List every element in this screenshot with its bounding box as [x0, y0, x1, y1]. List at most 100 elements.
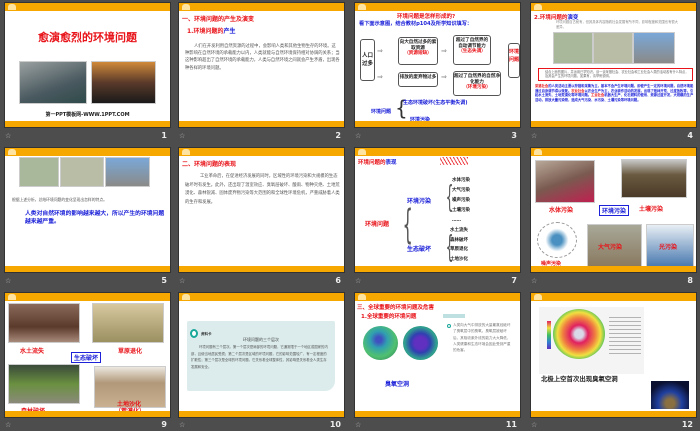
list-item: 草原退化	[450, 247, 468, 252]
slide-thumbnail-11[interactable]: 三、全球重要的环境问题及危害 1.全球重要的环境问题 臭氧空洞 人类向大气中排放…	[354, 292, 521, 418]
transition-icon[interactable]: ☆	[355, 132, 361, 140]
transition-icon[interactable]: ☆	[355, 277, 361, 285]
slide-thumbnail-7[interactable]: 环境问题的表现 环境问题 环境污染 生态破坏 { { { 水体污染 大气污染 噪声污…	[354, 147, 521, 273]
ozone-globe-2	[403, 326, 438, 360]
logo-icon	[358, 4, 366, 10]
box-regulation: 超过了自然界的自动调节能力 （生态失调）	[453, 35, 491, 65]
pollution-list: 水体污染 大气污染 噪声污染 土壤污染 ……	[452, 176, 470, 226]
bottom-band	[355, 121, 520, 127]
center-label: 环境污染	[599, 205, 630, 216]
box-text: 超过了自然界的自然净化能力	[454, 74, 500, 85]
photo-ancient	[553, 32, 593, 64]
slide-number: 3	[511, 131, 517, 140]
slide-number: 5	[161, 276, 167, 285]
transition-icon[interactable]: ☆	[179, 132, 185, 140]
bottom-band	[355, 411, 520, 417]
footer-text: 第一PPT模板网-WWW.1PPT.COM	[45, 112, 130, 118]
photo-ancient	[19, 157, 59, 187]
slide-label-4: ☆ 4	[530, 130, 697, 142]
factory-photo	[91, 61, 156, 104]
label-soil: 土壤污染	[639, 206, 664, 213]
slide-label-2: ☆ 2	[178, 130, 345, 142]
slide-title: 环境问题是怎样形成的?	[397, 14, 456, 20]
top-band	[179, 148, 344, 156]
arrow-icon: ⇒	[441, 73, 447, 81]
logo-icon	[534, 294, 542, 300]
slide-number: 1	[161, 131, 167, 140]
list-item: 土地沙化	[450, 256, 468, 262]
photo-soil-pollution	[621, 159, 687, 198]
top-band	[5, 3, 170, 11]
sound-button[interactable]	[443, 314, 465, 318]
top-band	[531, 3, 696, 11]
slide-thumbnail-1[interactable]: 愈演愈烈的环境问题 第一PPT模板网-WWW.1PPT.COM	[4, 2, 171, 128]
transition-icon[interactable]: ☆	[5, 421, 11, 429]
bullet-icon	[447, 324, 451, 328]
bottom-band	[5, 121, 170, 127]
top-band	[179, 3, 344, 11]
slide-number: 4	[687, 131, 693, 140]
heading-highlight: 表现	[385, 160, 397, 166]
list-item: 噪声污染	[452, 198, 470, 203]
transition-icon[interactable]: ☆	[179, 277, 185, 285]
logo-icon	[182, 4, 190, 10]
logo-icon	[534, 149, 542, 155]
transition-icon[interactable]: ☆	[355, 421, 361, 429]
top-band	[5, 293, 170, 301]
photo-city	[105, 157, 150, 187]
list-item: 大气污染	[452, 188, 470, 193]
arrow-icon: ⇒	[377, 47, 383, 55]
slide-thumbnail-2[interactable]: 一、环境问题的产生及演变 1.环境问题的产生 人们在开发利用自然资源的过程中，会…	[178, 2, 345, 128]
slide-heading: 一、环境问题的产生及演变	[182, 16, 255, 23]
transition-icon[interactable]: ☆	[179, 421, 185, 429]
slide-thumbnail-5[interactable]: 根据上述分析，总结环境问题的变化呈现出怎样的特点。 人类对自然环境的影响越来越大…	[4, 147, 171, 273]
transition-icon[interactable]: ☆	[5, 132, 11, 140]
smog-photo	[19, 61, 87, 104]
conclusion-text: 人类对自然环境的影响越来越大，所以产生的环境问题越来越严重。	[25, 211, 165, 225]
bottom-band	[5, 411, 170, 417]
slide-heading: 三、全球重要的环境问题及危害	[357, 305, 435, 311]
slide-label-3: ☆ 3	[354, 130, 521, 142]
transition-icon[interactable]: ☆	[531, 421, 537, 429]
answer-text: （环境污染）	[463, 85, 491, 90]
slide-thumbnail-4[interactable]: 2.环境问题的演变 环境问题自古就有，但其具体内容随着社会发展有所不同，影响程度…	[530, 2, 697, 128]
headline: 北极上空首次出现臭氧空洞	[541, 375, 618, 383]
photo-grassland	[92, 303, 164, 343]
ozone-map-newspaper	[539, 307, 644, 374]
logo-icon	[8, 294, 16, 300]
top-band	[355, 3, 520, 11]
noise-illustration	[537, 222, 577, 258]
arrow-icon: ⇒	[441, 47, 447, 55]
earth-video-thumbnail[interactable]	[651, 381, 689, 409]
result-box: 环境问题	[508, 43, 520, 78]
handwritten-mark	[440, 157, 468, 165]
slide-thumbnail-9[interactable]: 水土流失 草原退化 生态破坏 森林破坏 土地沙化 （荒漠化）	[4, 292, 171, 418]
evolution-text: 采猎社会的人类活动主要以狩猎和采集为主，基本不会产生环境问题，即使产生一定的环境…	[535, 84, 695, 102]
logo-icon	[8, 149, 16, 155]
transition-icon[interactable]: ☆	[531, 132, 537, 140]
question-box: 结合上面的图片，并运用已学知识，谈一谈采猎社会、农业社会和工业社会人类的活动各有…	[538, 68, 693, 81]
transition-icon[interactable]: ☆	[531, 277, 537, 285]
slide-thumbnail-8[interactable]: 水体污染 环境污染 土壤污染 噪声污染 大气污染 光污染	[530, 147, 697, 273]
brace-icon: {	[402, 202, 413, 248]
cause-box: 人口过多	[360, 39, 375, 81]
slide-label-6: ☆ 6	[178, 275, 345, 287]
bottom-band	[179, 266, 344, 272]
bottom-band	[179, 121, 344, 127]
slide-paragraph: 人们在开发利用自然资源的过程中，会影响人类和其他生物生存的环境。这种影响在自然环…	[185, 44, 340, 71]
tree-branch-a: 生态环境破坏(生态平衡失调)	[403, 100, 468, 106]
slide-thumbnail-10[interactable]: 资料卡 环境问题的三个层次 环境问题有三个层次。第一个层次是局部的环境问题，它通…	[178, 292, 345, 418]
box-text: 超过了自然界的自动调节能力	[455, 38, 489, 49]
photo-city	[633, 32, 675, 64]
slide-thumbnail-6[interactable]: 二、环境问题的表现 工业革命后，在促进经济发展的同时，区域性的环境污染和大规模的…	[178, 147, 345, 273]
logo-icon	[182, 149, 190, 155]
photo-farmland	[60, 157, 104, 187]
list-item: ……	[452, 218, 461, 223]
logo-icon	[358, 149, 366, 155]
transition-icon[interactable]: ☆	[5, 277, 11, 285]
intro-text: 环境问题自古就有，但其具体内容随着社会发展有所不同，影响程度和范围也有很大差异。	[556, 20, 678, 29]
slide-thumbnail-12[interactable]: 北极上空首次出现臭氧空洞	[530, 292, 697, 418]
label-air: 大气污染	[598, 244, 623, 251]
slide-number: 9	[161, 420, 167, 429]
slide-thumbnail-3[interactable]: 环境问题是怎样形成的? 看下面示意图，结合教材p104及所学知识填写： 人口过多…	[354, 2, 521, 128]
